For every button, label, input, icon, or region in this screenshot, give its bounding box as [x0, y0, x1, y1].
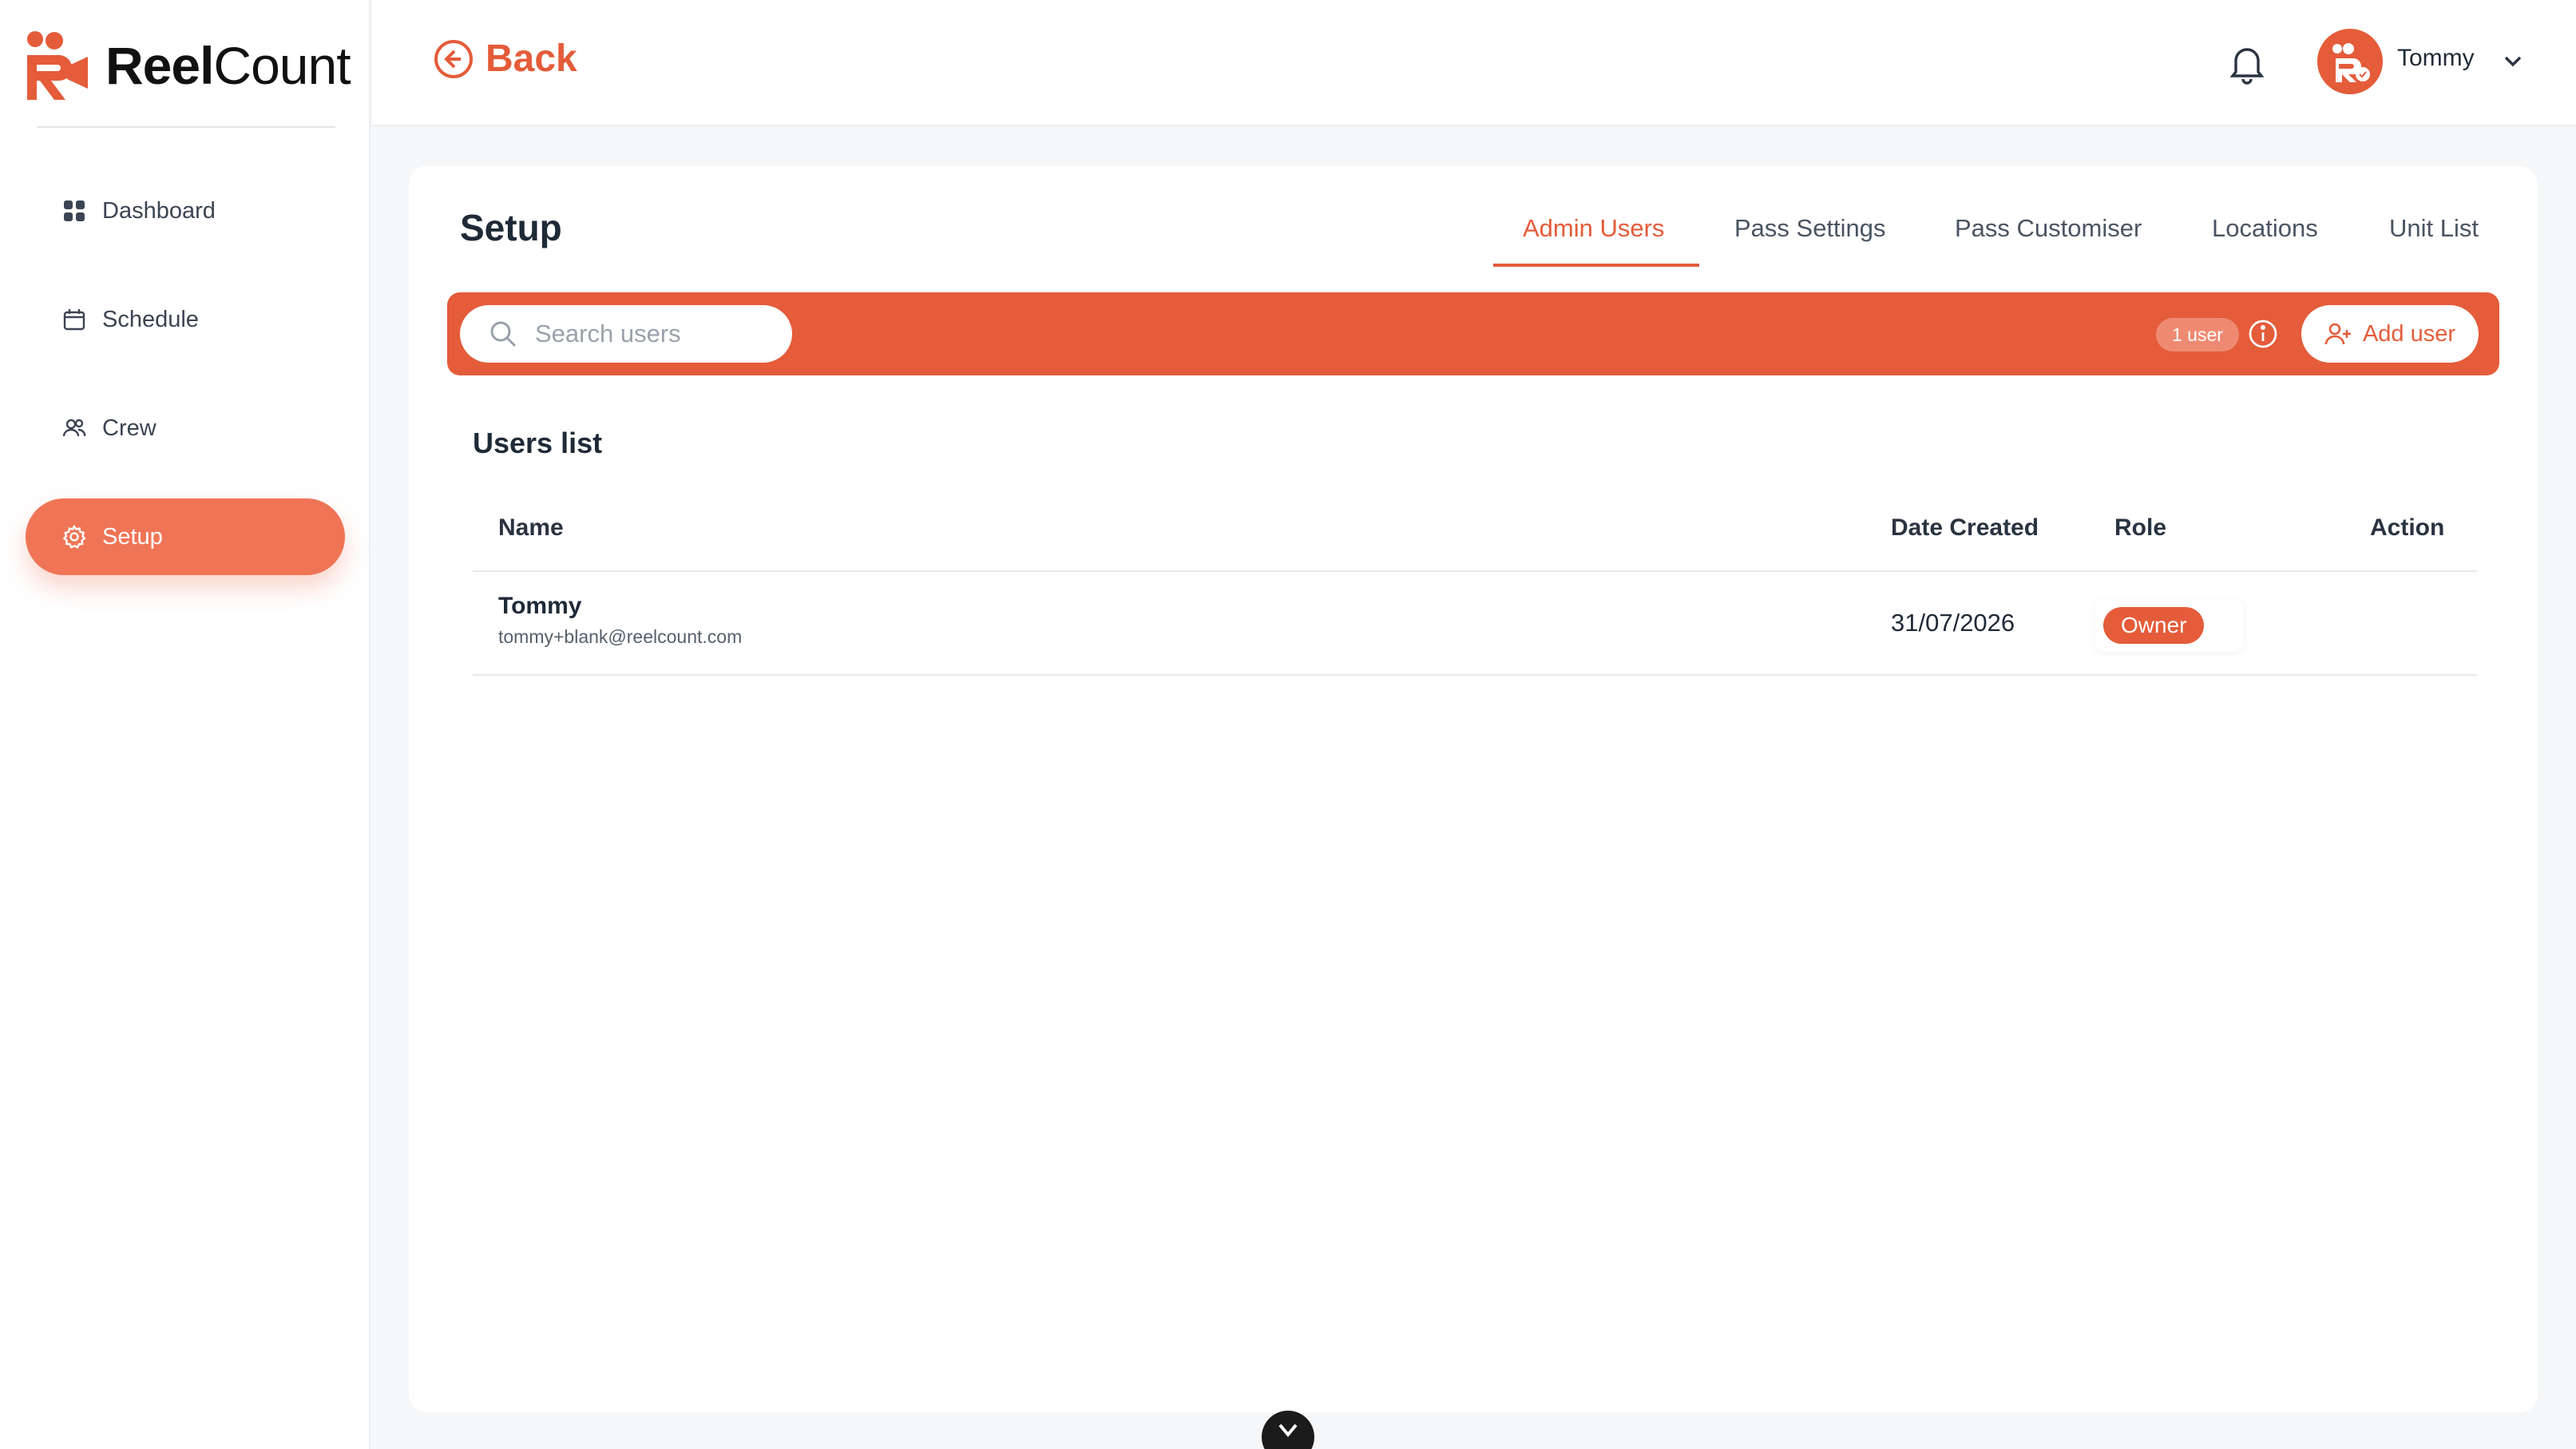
reelcount-logo[interactable]: ReelCount [24, 29, 351, 102]
sidebar-item-crew[interactable]: Crew [26, 390, 345, 466]
back-label: Back [485, 38, 577, 80]
tab-unit-list[interactable]: Unit List [2389, 214, 2479, 243]
add-user-label: Add user [2362, 320, 2456, 347]
user-email-cell: tommy+blank@reelcount.com [498, 626, 743, 647]
search-icon [490, 321, 517, 347]
date-created-cell: 31/07/2026 [1891, 609, 2015, 637]
avatar[interactable] [2317, 29, 2383, 94]
users-icon [62, 416, 86, 440]
gear-icon [62, 525, 86, 549]
top-bar: Back Tommy [372, 0, 2576, 126]
grid-icon [62, 199, 86, 223]
back-button[interactable]: Back [433, 37, 577, 81]
sidebar-item-label: Dashboard [102, 197, 216, 224]
user-count-badge: 1 user [2156, 318, 2239, 351]
table-header: Name Date Created Role Action [473, 500, 2477, 572]
sidebar-item-label: Schedule [102, 306, 199, 332]
setup-tabs: Admin Users Pass Settings Pass Customise… [409, 214, 2538, 278]
sidebar-item-label: Setup [102, 523, 163, 550]
tab-locations[interactable]: Locations [2212, 214, 2318, 243]
column-header-date-created[interactable]: Date Created [1891, 514, 2039, 542]
tab-admin-users[interactable]: Admin Users [1523, 214, 1664, 243]
users-list-title: Users list [473, 427, 603, 459]
arrow-left-circle-icon [434, 39, 473, 78]
column-header-role[interactable]: Role [2114, 514, 2166, 542]
search-field[interactable] [460, 305, 792, 363]
avatar-logo-icon [2332, 43, 2370, 82]
user-name[interactable]: Tommy [2397, 45, 2475, 72]
calendar-icon [62, 308, 86, 331]
sidebar-item-setup[interactable]: Setup [26, 498, 345, 575]
column-header-name[interactable]: Name [498, 514, 564, 542]
chevron-down-icon[interactable] [2499, 48, 2526, 75]
role-selector[interactable]: Owner [2095, 599, 2244, 652]
sidebar-item-dashboard[interactable]: Dashboard [26, 173, 345, 249]
logo-divider [37, 126, 335, 128]
chevron-down-icon [1278, 1423, 1298, 1438]
user-name-cell: Tommy [498, 593, 582, 619]
logo-text: ReelCount [105, 36, 351, 95]
table-row[interactable]: Tommy tommy+blank@reelcount.com 31/07/20… [473, 572, 2477, 676]
tab-pass-customiser[interactable]: Pass Customiser [1955, 214, 2142, 243]
tab-pass-settings[interactable]: Pass Settings [1734, 214, 1886, 243]
add-user-button[interactable]: Add user [2301, 305, 2479, 363]
bell-icon[interactable] [2223, 40, 2271, 88]
sidebar-item-schedule[interactable]: Schedule [26, 281, 345, 358]
role-badge: Owner [2103, 607, 2205, 644]
info-icon[interactable] [2247, 318, 2279, 350]
sidebar: ReelCount Dashboard Schedule Crew Setup [0, 0, 371, 1449]
scroll-down-handle[interactable] [1262, 1411, 1314, 1449]
search-input[interactable] [535, 320, 775, 348]
column-header-action: Action [2370, 514, 2445, 541]
setup-card: Setup Admin Users Pass Settings Pass Cus… [409, 166, 2538, 1412]
active-tab-indicator [1493, 264, 1699, 267]
sidebar-item-label: Crew [102, 415, 157, 441]
users-toolbar: 1 user Add user [447, 292, 2499, 375]
reelcount-logo-icon [27, 31, 88, 100]
add-user-icon [2324, 323, 2351, 345]
